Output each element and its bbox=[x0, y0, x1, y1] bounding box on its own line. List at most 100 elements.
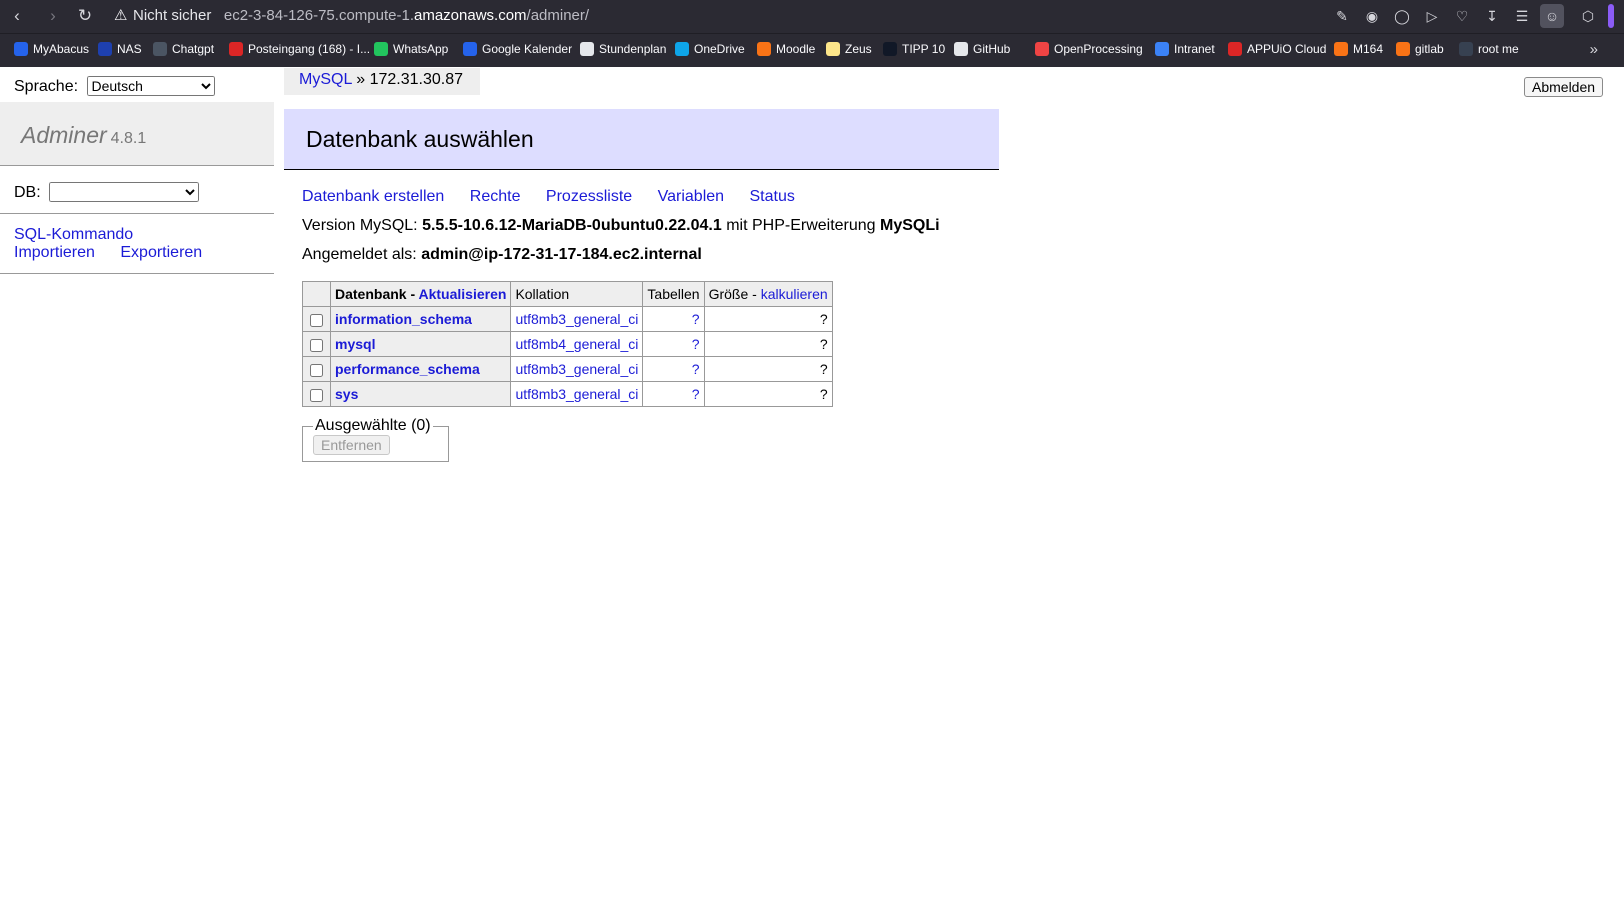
forward-icon[interactable]: › bbox=[41, 4, 65, 28]
database-link[interactable]: mysql bbox=[335, 336, 375, 352]
tables-link[interactable]: ? bbox=[692, 361, 700, 377]
bookmark-label: Google Kalender bbox=[482, 42, 573, 56]
brand-version: 4.8.1 bbox=[110, 130, 147, 147]
tables-cell: ? bbox=[642, 356, 705, 382]
bookmark-item[interactable]: Moodle bbox=[757, 42, 815, 56]
download-icon[interactable]: ↧ bbox=[1480, 4, 1504, 28]
bookmark-item[interactable]: OpenProcessing bbox=[1035, 42, 1143, 56]
database-link[interactable]: information_schema bbox=[335, 311, 472, 327]
openprocessing-icon bbox=[1035, 42, 1049, 56]
breadcrumb-server: 172.31.30.87 bbox=[369, 71, 463, 88]
remove-button[interactable]: Entfernen bbox=[313, 435, 390, 455]
row-checkbox[interactable] bbox=[310, 338, 323, 352]
collation-link[interactable]: utf8mb3_general_ci bbox=[515, 361, 638, 377]
tables-link[interactable]: ? bbox=[692, 386, 700, 402]
bookmark-item[interactable]: Chatgpt bbox=[153, 42, 214, 56]
bookmark-item[interactable]: NAS bbox=[98, 42, 142, 56]
adminer-logo[interactable]: Adminer 4.8.1 bbox=[21, 122, 146, 149]
collation-link[interactable]: utf8mb3_general_ci bbox=[515, 386, 638, 402]
privileges-link[interactable]: Rechte bbox=[470, 188, 521, 205]
shield-icon[interactable]: ◯ bbox=[1390, 4, 1414, 28]
tables-link[interactable]: ? bbox=[692, 336, 700, 352]
camera-icon[interactable]: ◉ bbox=[1360, 4, 1384, 28]
variables-link[interactable]: Variablen bbox=[658, 188, 724, 205]
security-warning: Nicht sicher bbox=[133, 7, 212, 24]
profile-icon[interactable]: ☺ bbox=[1540, 4, 1564, 28]
heart-icon[interactable]: ♡ bbox=[1450, 4, 1474, 28]
php-extension: MySQLi bbox=[880, 217, 940, 234]
sidebar-header: Adminer 4.8.1 bbox=[0, 102, 274, 166]
processlist-link[interactable]: Prozessliste bbox=[546, 188, 632, 205]
more-bookmarks-icon[interactable]: » bbox=[1590, 41, 1598, 58]
bookmark-label: OneDrive bbox=[694, 42, 745, 56]
bookmark-item[interactable]: M164 bbox=[1334, 42, 1383, 56]
version-mid: mit PHP-Erweiterung bbox=[726, 217, 876, 234]
bookmark-item[interactable]: Zeus bbox=[826, 42, 872, 56]
row-checkbox[interactable] bbox=[310, 313, 323, 327]
breadcrumb-mysql-link[interactable]: MySQL bbox=[299, 71, 352, 88]
bookmark-item[interactable]: WhatsApp bbox=[374, 42, 448, 56]
row-checkbox[interactable] bbox=[310, 363, 323, 377]
refresh-link[interactable]: Aktualisieren bbox=[419, 286, 507, 302]
intranet-icon bbox=[1155, 42, 1169, 56]
collation-link[interactable]: utf8mb3_general_ci bbox=[515, 311, 638, 327]
edit-icon[interactable]: ✎ bbox=[1330, 4, 1354, 28]
row-checkbox[interactable] bbox=[310, 388, 323, 402]
row-checkbox-cell bbox=[302, 331, 331, 357]
sql-command-link[interactable]: SQL-Kommando bbox=[14, 226, 133, 244]
moodle-icon bbox=[757, 42, 771, 56]
size-cell: ? bbox=[703, 331, 833, 357]
sidebar-links: SQL-Kommando Importieren Exportieren bbox=[14, 226, 202, 262]
bookmark-item[interactable]: root me bbox=[1459, 42, 1519, 56]
header-separator: - bbox=[406, 286, 419, 302]
collation-link[interactable]: utf8mb4_general_ci bbox=[515, 336, 638, 352]
bookmark-item[interactable]: gitlab bbox=[1396, 42, 1444, 56]
bookmark-item[interactable]: Intranet bbox=[1155, 42, 1215, 56]
db-select[interactable] bbox=[49, 182, 200, 202]
database-link[interactable]: sys bbox=[335, 386, 358, 402]
warning-icon: ⚠ bbox=[114, 7, 128, 24]
bookmark-item[interactable]: OneDrive bbox=[675, 42, 745, 56]
bookmark-item[interactable]: Google Kalender bbox=[463, 42, 572, 56]
table-row: mysql utf8mb4_general_ci?? bbox=[302, 331, 833, 357]
reload-icon[interactable]: ↻ bbox=[73, 4, 97, 28]
import-link[interactable]: Importieren bbox=[14, 244, 95, 262]
export-link[interactable]: Exportieren bbox=[120, 244, 202, 262]
selected-legend: Ausgewählte (0) bbox=[315, 417, 431, 434]
bookmark-item[interactable]: MyAbacus bbox=[14, 42, 89, 56]
tipp10-icon bbox=[883, 42, 897, 56]
bookmark-label: Stundenplan bbox=[599, 42, 667, 56]
version-value: 5.5.5-10.6.12-MariaDB-0ubuntu0.22.04.1 bbox=[422, 217, 722, 234]
bookmark-label: NAS bbox=[117, 42, 142, 56]
calculate-link[interactable]: kalkulieren bbox=[761, 286, 828, 302]
bookmark-label: root me bbox=[1478, 42, 1519, 56]
status-link[interactable]: Status bbox=[750, 188, 795, 205]
logout-button[interactable]: Abmelden bbox=[1524, 77, 1604, 97]
tables-cell: ? bbox=[642, 331, 705, 357]
version-prefix: Version MySQL: bbox=[302, 217, 418, 234]
logged-user: admin@ip-172-31-17-184.ec2.internal bbox=[421, 246, 702, 263]
sidebar-divider bbox=[0, 213, 274, 214]
database-name-cell: information_schema bbox=[329, 306, 512, 332]
tables-link[interactable]: ? bbox=[692, 311, 700, 327]
table-row: sys utf8mb3_general_ci?? bbox=[302, 381, 833, 407]
database-link[interactable]: performance_schema bbox=[335, 361, 480, 377]
address-bar[interactable]: Nicht sicher ec2-3-84-126-75.compute-1.a… bbox=[133, 7, 589, 24]
db-label: DB: bbox=[14, 184, 41, 201]
bookmark-item[interactable]: Stundenplan bbox=[580, 42, 666, 56]
bookmark-item[interactable]: TIPP 10 bbox=[883, 42, 945, 56]
bookmark-item[interactable]: GitHub bbox=[954, 42, 1010, 56]
extensions-icon[interactable]: ⬡ bbox=[1576, 4, 1600, 28]
appuio-icon bbox=[1228, 42, 1242, 56]
size-column-header: Größe - kalkulieren bbox=[703, 281, 833, 307]
menu-icon[interactable]: ☰ bbox=[1510, 4, 1534, 28]
browser-toolbar: ‹ › ↻ ⚠ Nicht sicher ec2-3-84-126-75.com… bbox=[0, 0, 1624, 33]
play-icon[interactable]: ▷ bbox=[1420, 4, 1444, 28]
back-icon[interactable]: ‹ bbox=[5, 4, 29, 28]
database-name-cell: performance_schema bbox=[329, 356, 512, 382]
bookmark-item[interactable]: Posteingang (168) - I... bbox=[229, 42, 370, 56]
language-select[interactable]: Deutsch bbox=[86, 76, 215, 96]
create-database-link[interactable]: Datenbank erstellen bbox=[302, 188, 444, 205]
tables-column-header: Tabellen bbox=[642, 281, 705, 307]
bookmark-item[interactable]: APPUiO Cloud bbox=[1228, 42, 1326, 56]
